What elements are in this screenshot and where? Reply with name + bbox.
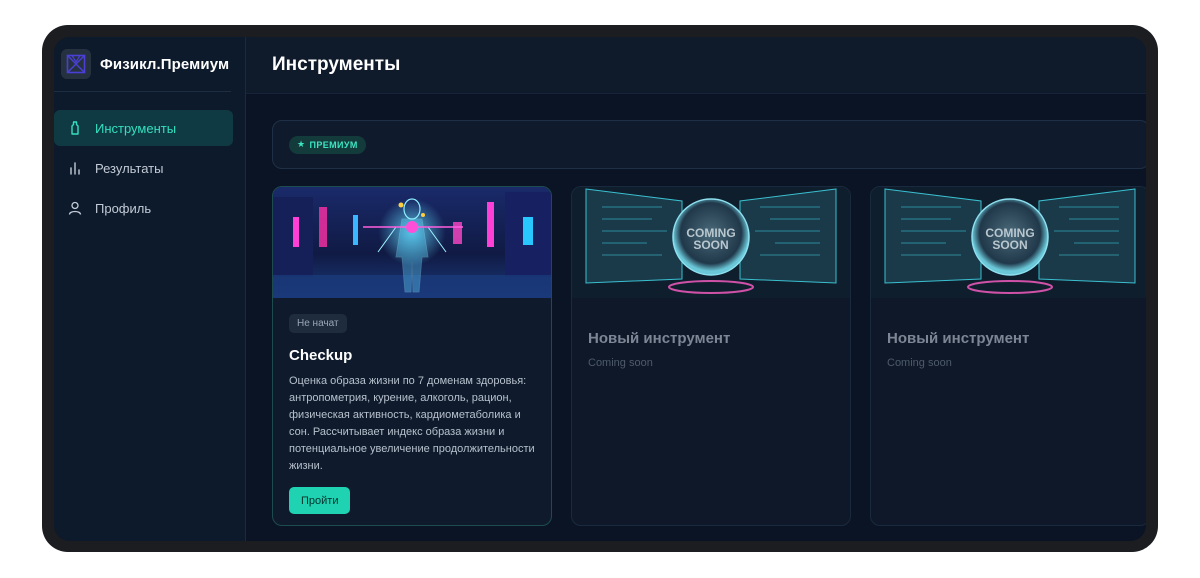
premium-badge-label: ПРЕМИУМ: [309, 139, 358, 150]
card-title: Новый инструмент: [887, 330, 1030, 347]
premium-badge[interactable]: ★ ПРЕМИУМ: [289, 135, 366, 154]
brand[interactable]: Физикл.Премиум: [54, 37, 231, 92]
app-logo-icon: [61, 49, 91, 79]
coming-soon-illustration: COMING SOON: [572, 187, 850, 298]
bar-chart-icon: [68, 161, 82, 175]
start-button[interactable]: Пройти: [289, 487, 351, 514]
sidebar: Физикл.Премиум Инструменты Результаты Пр…: [54, 37, 246, 541]
sidebar-nav: Инструменты Результаты Профиль: [54, 110, 245, 226]
card-title: Checkup: [289, 347, 353, 364]
sidebar-item-label: Профиль: [95, 200, 152, 216]
card-description: Оценка образа жизни по 7 доменам здоровь…: [289, 375, 535, 472]
filter-bar: ★ ПРЕМИУМ: [272, 120, 1146, 169]
top-bar: Инструменты: [246, 37, 1146, 94]
star-icon: ★: [297, 139, 306, 149]
coming-soon-image-text: SOON: [992, 238, 1027, 252]
status-badge: Не начат: [289, 314, 347, 333]
tool-card-coming-soon: COMING SOON Новый инструмент Coming soon: [571, 186, 851, 526]
app-window: Физикл.Премиум Инструменты Результаты Пр…: [54, 37, 1146, 541]
tool-cards: Не начат Checkup Оценка образа жизни по …: [272, 186, 1146, 526]
coming-soon-image-text: SOON: [693, 238, 728, 252]
sidebar-item-label: Инструменты: [95, 120, 177, 136]
app-name: Физикл.Премиум: [100, 55, 230, 73]
checkup-illustration: [273, 187, 551, 298]
main-content: Инструменты ★ ПРЕМИУМ Не начат Checkup О…: [246, 37, 1146, 541]
tools-section: ★ ПРЕМИУМ Не начат Checkup Оценка образа…: [246, 94, 1146, 526]
sidebar-item-tools[interactable]: Инструменты: [54, 110, 233, 146]
user-icon: [68, 201, 82, 215]
card-subtitle: Coming soon: [588, 357, 653, 369]
coming-soon-illustration: COMING SOON: [871, 187, 1146, 298]
tool-card-coming-soon: COMING SOON Новый инструмент Coming soon: [870, 186, 1146, 526]
sidebar-item-profile[interactable]: Профиль: [54, 190, 233, 226]
page-title: Инструменты: [272, 54, 401, 75]
card-title: Новый инструмент: [588, 330, 731, 347]
device-frame: Физикл.Премиум Инструменты Результаты Пр…: [42, 25, 1158, 552]
card-subtitle: Coming soon: [887, 357, 952, 369]
sidebar-item-label: Результаты: [95, 160, 164, 176]
tool-card-checkup[interactable]: Не начат Checkup Оценка образа жизни по …: [272, 186, 552, 526]
sidebar-item-results[interactable]: Результаты: [54, 150, 233, 186]
bottle-icon: [68, 121, 82, 135]
